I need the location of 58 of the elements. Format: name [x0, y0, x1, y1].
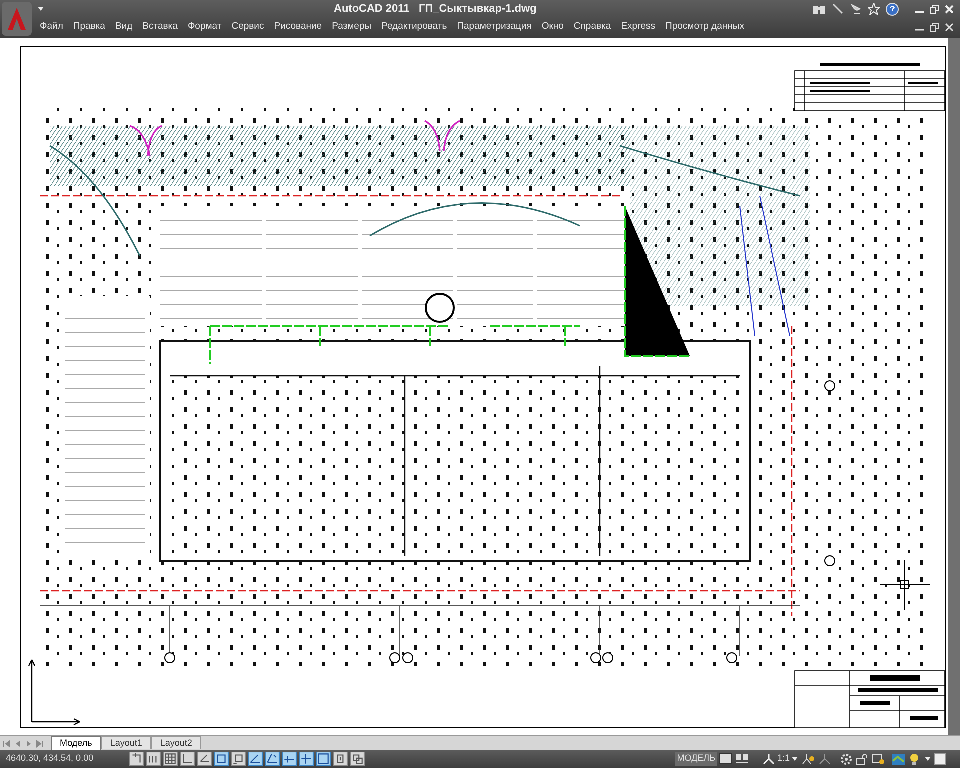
- drafting-toggle-icon[interactable]: [129, 752, 144, 766]
- layout-tab[interactable]: Layout1: [101, 736, 152, 749]
- menu-item[interactable]: Вставка: [142, 20, 178, 34]
- quick-view-drawings-icon[interactable]: [735, 753, 750, 765]
- menu-item[interactable]: Окно: [542, 20, 564, 34]
- star-icon[interactable]: [868, 3, 880, 15]
- help-icon[interactable]: [886, 2, 899, 16]
- drafting-toggle-icon[interactable]: [146, 752, 161, 766]
- drafting-toggle-icon[interactable]: [214, 752, 229, 766]
- drafting-toggle-icon[interactable]: [299, 752, 314, 766]
- drafting-toggle-icon[interactable]: [316, 752, 331, 766]
- layout-tab[interactable]: Layout2: [151, 736, 202, 749]
- drafting-toggle-icon[interactable]: [248, 752, 263, 766]
- drafting-toggle-icon[interactable]: [333, 752, 348, 766]
- model-space-button[interactable]: МОДЕЛЬ: [675, 752, 718, 766]
- menu-item[interactable]: Просмотр данных: [666, 20, 744, 34]
- menu-item[interactable]: Вид: [115, 20, 133, 34]
- annotation-scale-button[interactable]: 1:1: [777, 752, 790, 766]
- logo-icon: [6, 7, 28, 31]
- dropdown-caret-icon[interactable]: [792, 756, 798, 762]
- gear-icon[interactable]: [840, 752, 853, 766]
- menu-item[interactable]: Рисование: [274, 20, 322, 34]
- menu-item[interactable]: Размеры: [332, 20, 372, 34]
- window-title: AutoCAD 2011 ГП_Сыктывкар-1.dwg: [334, 2, 537, 17]
- auto-scale-icon[interactable]: [819, 753, 832, 765]
- menu-item[interactable]: Express: [621, 20, 656, 34]
- restore-icon[interactable]: [930, 22, 939, 32]
- lightbulb-icon[interactable]: [909, 752, 920, 766]
- close-icon[interactable]: [945, 4, 954, 14]
- menu-item[interactable]: Параметризация: [457, 20, 532, 34]
- menu-item[interactable]: Редактировать: [382, 20, 448, 34]
- padlock-icon[interactable]: [856, 752, 869, 766]
- coordinates-readout: 4640.30, 434.54, 0.00: [6, 752, 95, 766]
- annotation-visibility-icon[interactable]: [802, 753, 815, 765]
- layout-tab[interactable]: Модель: [51, 736, 102, 750]
- menu-item[interactable]: Справка: [574, 20, 612, 34]
- dropdown-caret-icon[interactable]: [925, 756, 931, 762]
- satellite-dish-icon[interactable]: [850, 3, 862, 15]
- menu-item[interactable]: Правка: [73, 20, 106, 34]
- menu-item[interactable]: Файл: [40, 20, 64, 34]
- menu-item[interactable]: Сервис: [232, 20, 264, 34]
- annotation-scale-icon: [763, 753, 776, 765]
- drafting-toggle-icon[interactable]: [282, 752, 297, 766]
- dropdown-caret-icon[interactable]: [38, 6, 44, 12]
- hardware-acceleration-icon[interactable]: [872, 752, 885, 766]
- drafting-toggle-icon[interactable]: [180, 752, 195, 766]
- drafting-toggle-icon[interactable]: [231, 752, 246, 766]
- quick-view-layouts-icon[interactable]: [719, 753, 734, 765]
- crosshair-cursor-icon: [880, 560, 930, 610]
- binoculars-icon[interactable]: [812, 4, 826, 14]
- drafting-toggle-icon[interactable]: [197, 752, 212, 766]
- drafting-toggle-icon[interactable]: [265, 752, 280, 766]
- menu-item[interactable]: Формат: [188, 20, 222, 34]
- close-icon[interactable]: [945, 22, 954, 32]
- isolate-objects-icon[interactable]: [891, 752, 906, 766]
- restore-icon[interactable]: [930, 4, 939, 14]
- drafting-toggle-icon[interactable]: [163, 752, 178, 766]
- drafting-toggle-icon[interactable]: [350, 752, 365, 766]
